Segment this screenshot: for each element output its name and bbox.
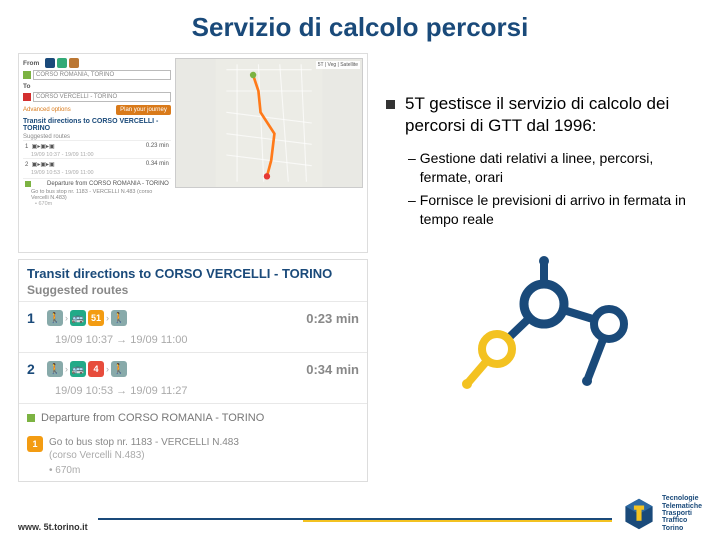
routes-detail: Transit directions to CORSO VERCELLI - T…: [18, 259, 368, 482]
line-badge: 4: [88, 361, 104, 377]
step-number-badge: 1: [27, 436, 43, 452]
right-column: 5T gestisce il servizio di calcolo dei p…: [368, 53, 702, 482]
footer-url: www. 5t.torino.it: [18, 522, 88, 532]
map-preview: 5T | Veg | Satellite: [175, 58, 363, 188]
content-area: From CORSO ROMANIA, TORINO To CORSO VERC…: [0, 53, 720, 482]
sub-bullet: –Gestione dati relativi a linee, percors…: [408, 149, 702, 187]
walk-icon: 🚶: [47, 310, 63, 326]
bus-icon: 🚌: [70, 361, 86, 377]
walk-icon: 🚶: [111, 361, 127, 377]
network-graphic: [449, 249, 639, 399]
left-column: From CORSO ROMANIA, TORINO To CORSO VERC…: [18, 53, 368, 482]
route-row-1: 1 🚶› 🚌 51› 🚶 0:23 min: [19, 301, 367, 334]
logo-icon: [622, 497, 656, 531]
logo-text: Tecnologie Telematiche Trasporti Traffic…: [662, 495, 702, 532]
departure-row: Departure from CORSO ROMANIA - TORINO: [19, 403, 367, 432]
route-planner-screenshot: From CORSO ROMANIA, TORINO To CORSO VERC…: [18, 53, 368, 253]
step-row: 1 Go to bus stop nr. 1183 - VERCELLI N.4…: [19, 432, 367, 481]
main-bullet: 5T gestisce il servizio di calcolo dei p…: [386, 93, 702, 137]
route-row-2: 2 🚶› 🚌 4› 🚶 0:34 min: [19, 352, 367, 385]
walk-icon: 🚶: [111, 310, 127, 326]
walk-icon: 🚶: [47, 361, 63, 377]
bullet-icon: [386, 100, 395, 109]
footer-divider: [98, 518, 612, 520]
flag-icon: [27, 414, 35, 422]
slide-title: Servizio di calcolo percorsi: [0, 0, 720, 53]
footer: www. 5t.torino.it Tecnologie Telematiche…: [0, 495, 720, 532]
line-badge: 51: [88, 310, 104, 326]
bus-icon: 🚌: [70, 310, 86, 326]
routes-title: Transit directions to CORSO VERCELLI - T…: [19, 260, 367, 283]
sub-bullet: –Fornisce le previsioni di arrivo in fer…: [408, 191, 702, 229]
footer-logo: Tecnologie Telematiche Trasporti Traffic…: [622, 495, 702, 532]
suggested-routes-label: Suggested routes: [19, 283, 367, 301]
